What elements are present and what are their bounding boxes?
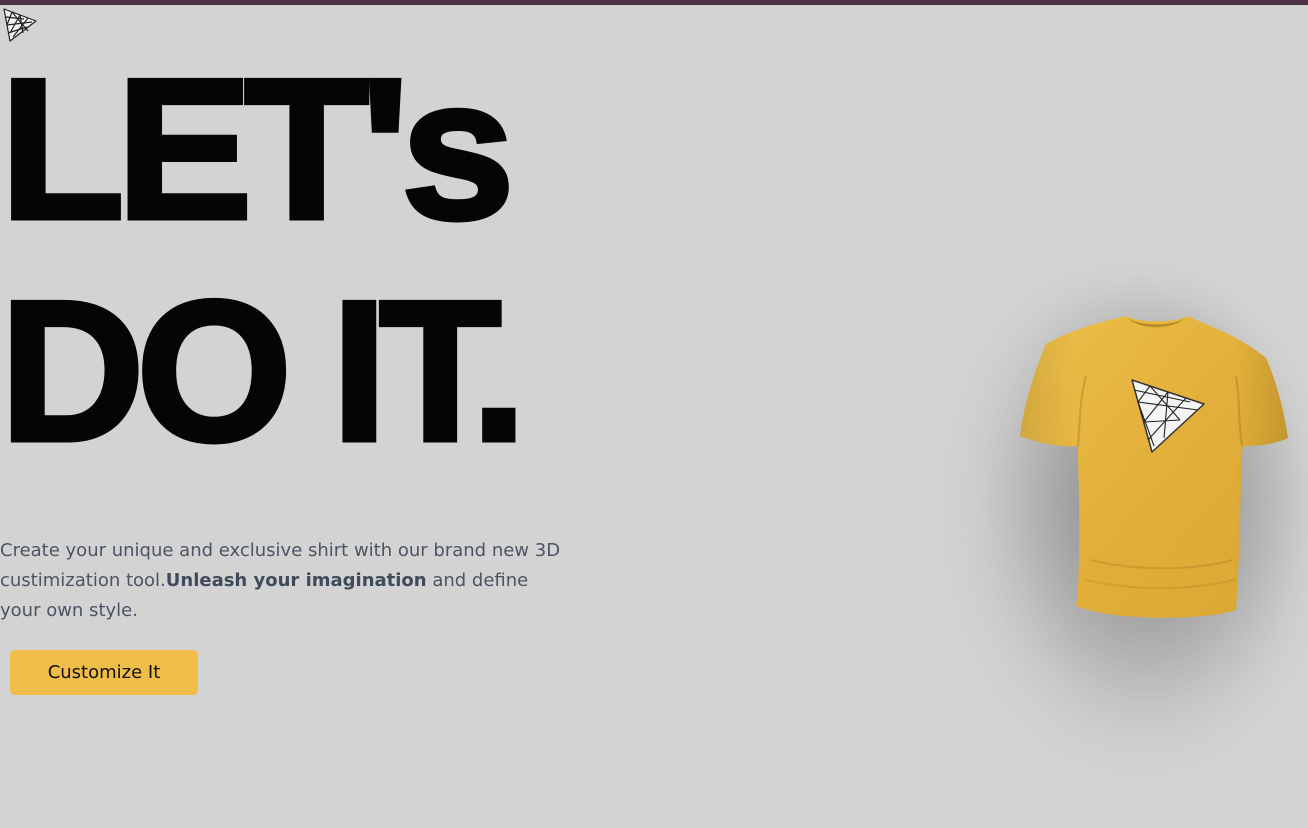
headline-line-2: DO IT.: [0, 260, 529, 483]
headline-line-1: LET's: [0, 38, 517, 261]
description-emphasis: Unleash your imagination: [165, 570, 427, 591]
customize-it-button[interactable]: Customize It: [10, 650, 198, 695]
hero-description: Create your unique and exclusive shirt w…: [0, 536, 565, 626]
shirt-canvas[interactable]: [940, 280, 1308, 800]
top-bar: [0, 0, 1308, 5]
tshirt-model[interactable]: [940, 280, 1308, 640]
